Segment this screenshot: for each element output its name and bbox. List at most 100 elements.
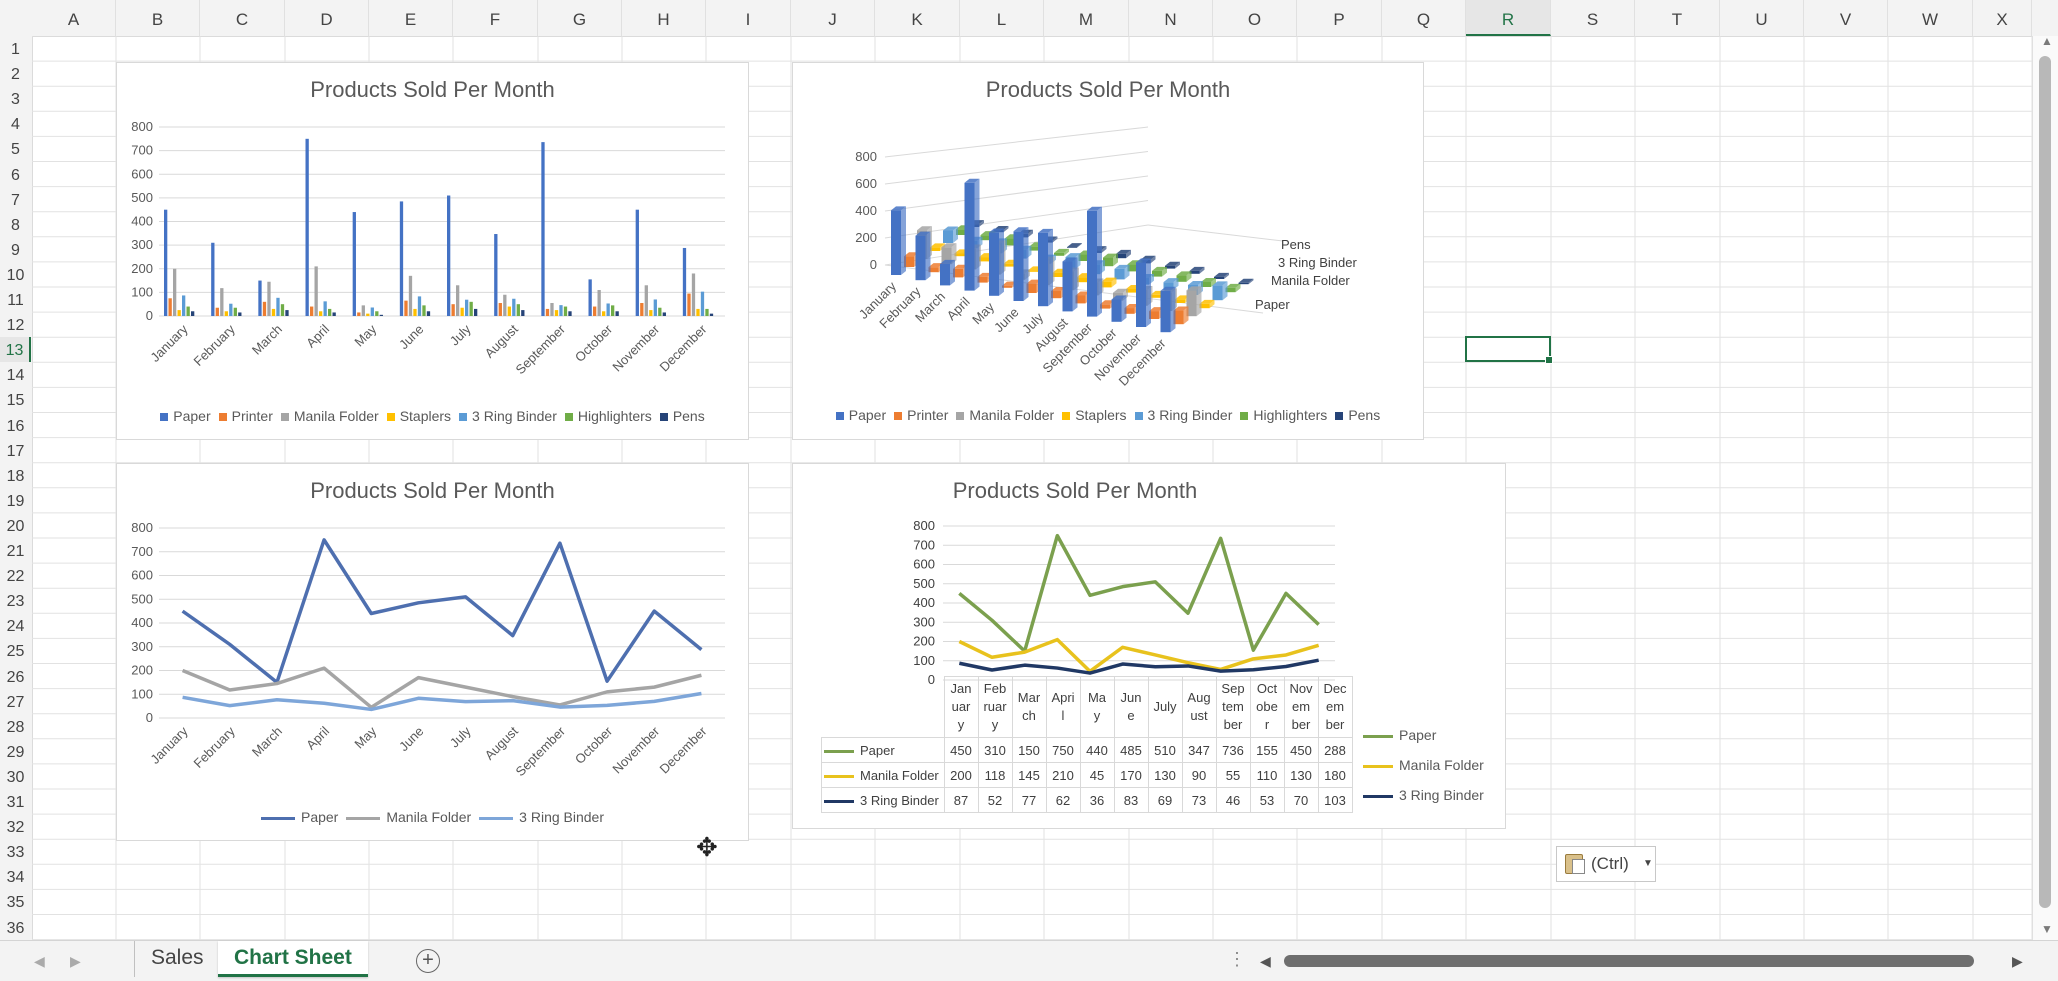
legend-swatch — [1134, 412, 1143, 421]
row-header-29[interactable]: 29 — [0, 739, 31, 764]
row-header-4[interactable]: 4 — [0, 111, 31, 136]
row-header-23[interactable]: 23 — [0, 588, 31, 613]
row-header-32[interactable]: 32 — [0, 814, 31, 839]
row-header-2[interactable]: 2 — [0, 61, 31, 86]
row-header-24[interactable]: 24 — [0, 613, 31, 638]
data-table-month-header: Feb ruar y — [977, 676, 1013, 738]
column-header-k[interactable]: K — [875, 0, 960, 36]
column-side-paper — [974, 178, 980, 291]
row-header-33[interactable]: 33 — [0, 839, 31, 864]
y-tick-label: 200 — [131, 261, 153, 276]
row-header-31[interactable]: 31 — [0, 789, 31, 814]
column-header-d[interactable]: D — [285, 0, 369, 36]
column-header-i[interactable]: I — [706, 0, 791, 36]
scroll-up-icon[interactable]: ▲ — [2041, 34, 2053, 48]
row-header-6[interactable]: 6 — [0, 162, 31, 187]
row-header-17[interactable]: 17 — [0, 438, 31, 463]
row-header-1[interactable]: 1 — [0, 36, 31, 61]
paste-options-button[interactable]: (Ctrl) ▼ — [1556, 846, 1656, 882]
legend-item-manila-folder: Manila Folder — [956, 407, 1054, 423]
row-header-12[interactable]: 12 — [0, 312, 31, 337]
row-header-9[interactable]: 9 — [0, 237, 31, 262]
tab-chart-sheet[interactable]: Chart Sheet — [218, 941, 368, 977]
x-tick-label: March — [249, 724, 285, 760]
data-table-legend-key — [824, 799, 854, 803]
column-header-w[interactable]: W — [1888, 0, 1973, 36]
legend-item-printer: Printer — [894, 407, 948, 423]
row-header-7[interactable]: 7 — [0, 187, 31, 212]
more-options-icon[interactable]: ⋮ — [1228, 949, 1246, 970]
row-header-3[interactable]: 3 — [0, 86, 31, 111]
column-header-c[interactable]: C — [200, 0, 285, 36]
data-table-cell: 77 — [1011, 787, 1047, 813]
row-header-10[interactable]: 10 — [0, 262, 31, 287]
bar-printer — [404, 300, 408, 316]
column-header-e[interactable]: E — [369, 0, 453, 36]
column-header-m[interactable]: M — [1044, 0, 1129, 36]
column-header-f[interactable]: F — [453, 0, 538, 36]
row-header-21[interactable]: 21 — [0, 538, 31, 563]
row-header-35[interactable]: 35 — [0, 889, 31, 914]
scroll-down-icon[interactable]: ▼ — [2041, 922, 2053, 936]
column-header-t[interactable]: T — [1635, 0, 1720, 36]
row-header-8[interactable]: 8 — [0, 212, 31, 237]
column-paper — [891, 210, 901, 275]
row-header-13[interactable]: 13 — [0, 337, 31, 363]
add-sheet-icon[interactable]: + — [416, 949, 440, 973]
next-sheet-icon[interactable]: ▶ — [70, 953, 81, 970]
horizontal-scroll-thumb[interactable] — [1284, 955, 1974, 967]
row-header-34[interactable]: 34 — [0, 864, 31, 889]
column-header-s[interactable]: S — [1551, 0, 1635, 36]
column-header-v[interactable]: V — [1804, 0, 1888, 36]
column-header-a[interactable]: A — [32, 0, 116, 36]
scroll-right-icon[interactable]: ▶ — [2012, 953, 2023, 970]
row-header-11[interactable]: 11 — [0, 287, 31, 312]
horizontal-scrollbar[interactable]: ◀ ▶ — [1260, 941, 2030, 981]
row-header-25[interactable]: 25 — [0, 638, 31, 663]
bar-manila-folder — [691, 273, 696, 316]
row-header-16[interactable]: 16 — [0, 413, 31, 438]
column-header-h[interactable]: H — [622, 0, 706, 36]
row-header-15[interactable]: 15 — [0, 387, 31, 412]
column-header-r[interactable]: R — [1466, 0, 1551, 36]
selected-cell[interactable] — [1465, 336, 1553, 364]
column-header-o[interactable]: O — [1213, 0, 1297, 36]
depth-axis-label: Paper — [1255, 297, 1290, 312]
data-table-month-header: Sep tem ber — [1215, 676, 1251, 738]
y-tick-label: 600 — [131, 166, 153, 181]
caret-down-icon: ▼ — [1643, 858, 1653, 869]
line-chart[interactable]: Products Sold Per Month 0 100 200 300 400 500… — [116, 463, 749, 841]
row-header-26[interactable]: 26 — [0, 664, 31, 689]
tab-sales[interactable]: Sales — [134, 941, 221, 977]
column-header-p[interactable]: P — [1297, 0, 1382, 36]
row-header-14[interactable]: 14 — [0, 362, 31, 387]
column-header-g[interactable]: G — [538, 0, 622, 36]
row-header-28[interactable]: 28 — [0, 714, 31, 739]
column-header-j[interactable]: J — [791, 0, 875, 36]
prev-sheet-icon[interactable]: ◀ — [34, 953, 45, 970]
column-header-n[interactable]: N — [1129, 0, 1213, 36]
line-chart-with-data-table[interactable]: Products Sold Per Month 0 100 200 300 400 500… — [792, 463, 1506, 829]
column-header-x[interactable]: X — [1973, 0, 2032, 36]
clustered-column-chart[interactable]: Products Sold Per Month 0 100 200 300 400 500… — [116, 62, 749, 440]
column-side-paper — [1023, 227, 1029, 301]
row-header-5[interactable]: 5 — [0, 136, 31, 161]
3d-column-chart[interactable]: Products Sold Per Month 0 200 400 600 800 Jan… — [792, 62, 1424, 440]
row-header-20[interactable]: 20 — [0, 513, 31, 538]
column-header-b[interactable]: B — [116, 0, 200, 36]
column-paper — [1087, 210, 1097, 317]
vertical-scroll-thumb[interactable] — [2039, 56, 2051, 908]
column-header-l[interactable]: L — [960, 0, 1044, 36]
row-header-27[interactable]: 27 — [0, 689, 31, 714]
row-header-22[interactable]: 22 — [0, 563, 31, 588]
row-header-18[interactable]: 18 — [0, 463, 31, 488]
row-header-19[interactable]: 19 — [0, 488, 31, 513]
legend-label: Manila Folder — [293, 408, 379, 424]
row-header-30[interactable]: 30 — [0, 764, 31, 789]
y-tick-label: 800 — [131, 520, 153, 535]
vertical-scrollbar[interactable]: ▲ ▼ — [2032, 34, 2058, 940]
scroll-left-icon[interactable]: ◀ — [1260, 953, 1271, 970]
column-header-u[interactable]: U — [1720, 0, 1804, 36]
row-header-36[interactable]: 36 — [0, 915, 31, 940]
column-header-q[interactable]: Q — [1382, 0, 1466, 36]
